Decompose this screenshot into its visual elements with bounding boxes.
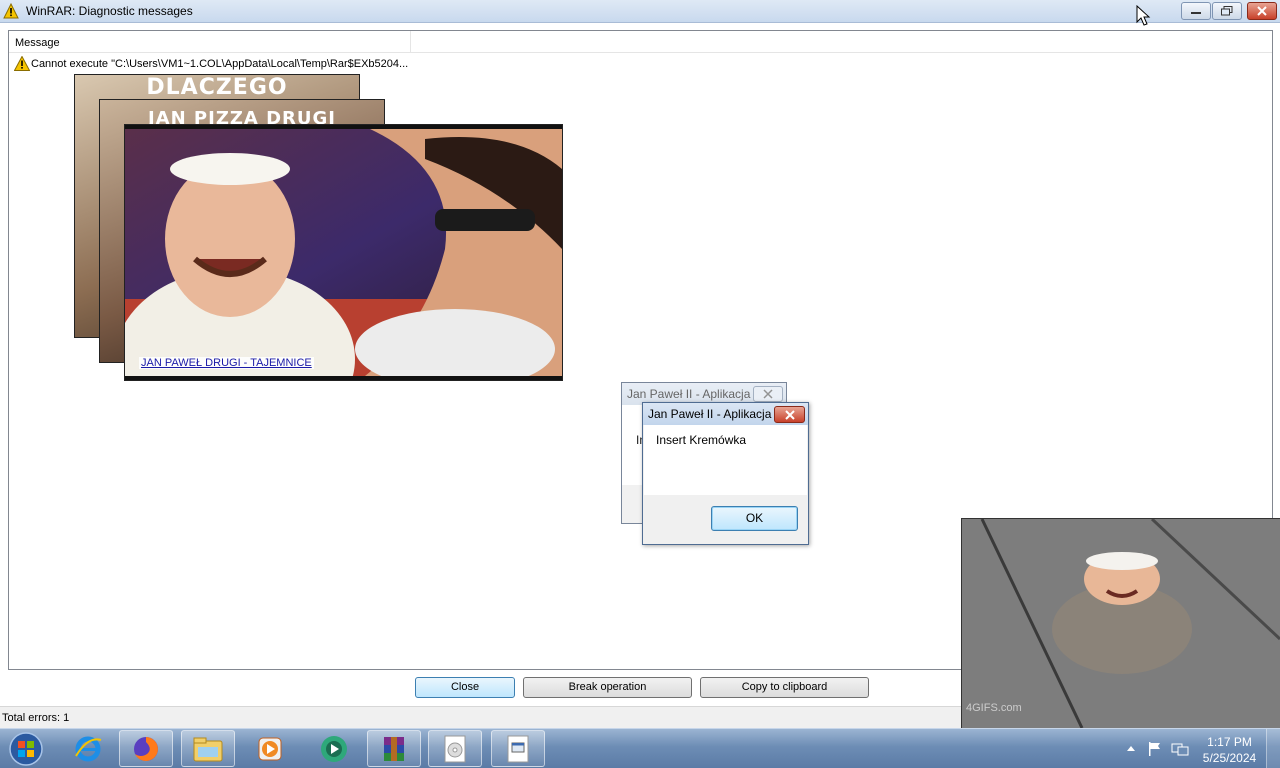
taskbar-cd-image[interactable]: [428, 730, 482, 767]
taskbar-media-player[interactable]: [243, 730, 297, 767]
winrar-icon: [384, 736, 404, 761]
windows-orb-icon: [9, 732, 43, 766]
minimize-icon: [1191, 12, 1201, 14]
close-icon: [763, 389, 773, 399]
close-icon: [1257, 6, 1267, 16]
clock-time[interactable]: 1:17 PM: [1202, 735, 1257, 749]
show-hidden-icons-icon[interactable]: [1126, 744, 1136, 752]
video-title-link[interactable]: JAN PAWEŁ DRUGI - TAJEMNICE: [139, 357, 314, 369]
start-button[interactable]: [5, 731, 47, 767]
total-errors-label: Total errors: 1: [2, 712, 70, 724]
dialog-close-button[interactable]: [753, 386, 783, 402]
network-icon[interactable]: [1171, 741, 1189, 757]
meme-image-3: JAN PAWEŁ DRUGI - TAJEMNICE: [125, 125, 562, 380]
restore-icon: [1221, 6, 1233, 16]
close-button[interactable]: Close: [415, 677, 515, 698]
action-center-flag-icon[interactable]: [1147, 741, 1163, 757]
dialog-title: Jan Paweł II - Aplikacja: [627, 387, 751, 401]
meme-banner-1: DLACZEGO: [146, 75, 288, 100]
show-desktop-button[interactable]: [1266, 729, 1280, 768]
dialog-title: Jan Paweł II - Aplikacja: [648, 407, 772, 421]
meme-photo: [125, 129, 562, 376]
taskbar-exe-file[interactable]: [491, 730, 545, 767]
column-header-message[interactable]: Message: [9, 31, 411, 53]
media-player-icon: [258, 737, 282, 760]
taskbar: 1:17 PM 5/25/2024: [0, 728, 1280, 768]
cd-image-icon: [444, 735, 466, 762]
gif-watermark: 4GIFS.com: [966, 702, 1022, 714]
ok-button[interactable]: OK: [711, 506, 798, 531]
dialog-message: Insert Kremówka: [656, 433, 747, 447]
warning-icon: [3, 3, 19, 19]
exe-file-icon: [507, 735, 529, 762]
message-text: Cannot execute "C:\Users\VM1~1.COL\AppDa…: [31, 58, 409, 70]
list-header: Message: [9, 31, 1272, 53]
window-title: WinRAR: Diagnostic messages: [26, 4, 193, 18]
firefox-icon: [134, 736, 158, 761]
list-item[interactable]: Cannot execute "C:\Users\VM1~1.COL\AppDa…: [9, 55, 429, 73]
break-operation-button[interactable]: Break operation: [523, 677, 692, 698]
dialog-titlebar[interactable]: Jan Paweł II - Aplikacja: [643, 403, 808, 425]
close-window-button[interactable]: [1247, 2, 1277, 20]
taskbar-file-explorer[interactable]: [181, 730, 235, 767]
close-icon: [784, 409, 795, 420]
gif-scene: [962, 519, 1280, 728]
taskbar-internet-explorer[interactable]: [61, 730, 115, 767]
minimize-button[interactable]: [1181, 2, 1211, 20]
warning-icon: [14, 56, 30, 71]
internet-explorer-icon: [75, 736, 102, 761]
dialog-insert-kremowka[interactable]: Jan Paweł II - Aplikacja Insert Kremówka…: [642, 402, 809, 545]
window-titlebar[interactable]: WinRAR: Diagnostic messages: [0, 0, 1280, 23]
taskbar-firefox[interactable]: [119, 730, 173, 767]
taskbar-media-center[interactable]: [307, 730, 361, 767]
maximize-button[interactable]: [1212, 2, 1242, 20]
file-explorer-icon: [193, 737, 223, 761]
clock-date[interactable]: 5/25/2024: [1198, 751, 1261, 765]
mouse-cursor-icon: [1136, 5, 1151, 26]
copy-to-clipboard-button[interactable]: Copy to clipboard: [700, 677, 869, 698]
media-center-icon: [321, 735, 347, 762]
dialog-close-button[interactable]: [774, 406, 805, 423]
gif-overlay: 4GIFS.com: [962, 519, 1280, 728]
taskbar-winrar[interactable]: [367, 730, 421, 767]
